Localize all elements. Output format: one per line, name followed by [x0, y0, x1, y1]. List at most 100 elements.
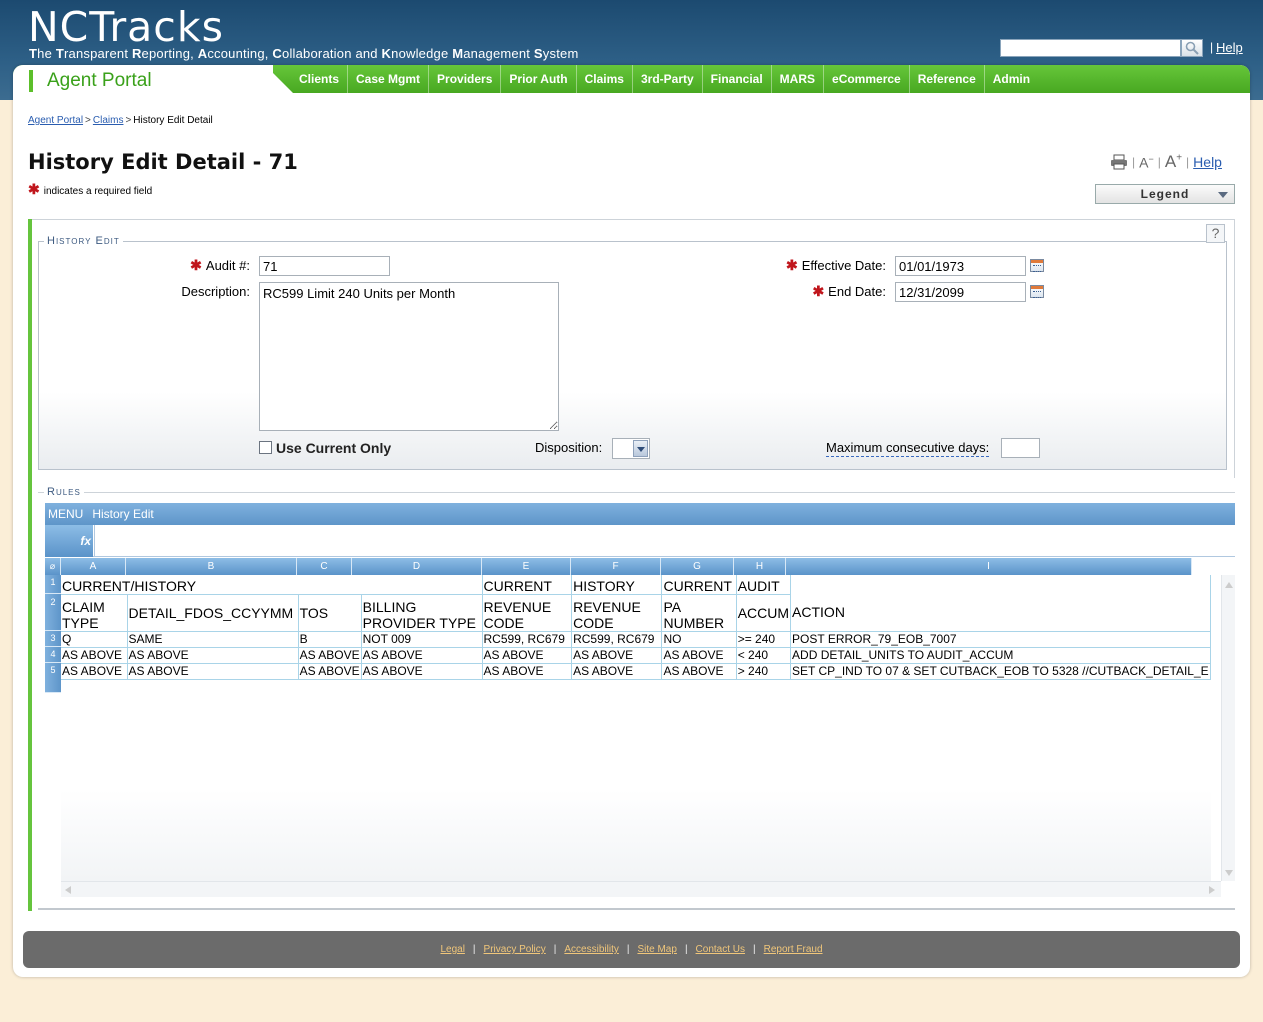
- column-header-b[interactable]: B: [126, 558, 297, 575]
- vertical-scrollbar[interactable]: [1221, 575, 1235, 881]
- table-cell[interactable]: B: [298, 631, 362, 648]
- table-cell[interactable]: [790, 575, 1211, 594]
- nav-item-reference[interactable]: Reference: [910, 65, 985, 93]
- table-cell[interactable]: < 240: [736, 647, 792, 664]
- portal-title[interactable]: Agent Portal: [47, 70, 152, 92]
- table-cell[interactable]: AS ABOVE: [61, 663, 128, 680]
- table-cell[interactable]: AS ABOVE: [361, 647, 483, 664]
- table-cell[interactable]: CLAIM TYPE: [61, 594, 128, 632]
- footer-link-accessibility[interactable]: Accessibility: [564, 944, 618, 955]
- column-header-a[interactable]: A: [61, 558, 126, 575]
- table-cell[interactable]: ACCUM: [736, 594, 792, 632]
- table-cell[interactable]: RC599, RC679: [482, 631, 573, 648]
- table-cell[interactable]: Q: [61, 631, 128, 648]
- breadcrumb-link-agent-portal[interactable]: Agent Portal: [28, 115, 83, 126]
- table-cell[interactable]: AS ABOVE: [482, 663, 573, 680]
- nav-item-prior-auth[interactable]: Prior Auth: [501, 65, 577, 93]
- table-cell[interactable]: AS ABOVE: [482, 647, 573, 664]
- footer-link-privacy-policy[interactable]: Privacy Policy: [484, 944, 546, 955]
- footer-link-report-fraud[interactable]: Report Fraud: [764, 944, 823, 955]
- row-header-5[interactable]: 5: [45, 663, 61, 693]
- formula-input[interactable]: [94, 525, 1235, 557]
- header-help-link[interactable]: Help: [1216, 40, 1243, 55]
- audit-number-field[interactable]: [259, 256, 390, 276]
- nav-item-3rd-party[interactable]: 3rd-Party: [633, 65, 703, 93]
- row-header-2[interactable]: 2: [45, 594, 61, 631]
- table-cell[interactable]: AUDIT: [736, 575, 792, 595]
- table-cell[interactable]: AS ABOVE: [127, 663, 299, 680]
- table-cell[interactable]: AS ABOVE: [661, 663, 737, 680]
- nav-item-claims[interactable]: Claims: [577, 65, 633, 93]
- font-smaller-button[interactable]: A−: [1139, 154, 1154, 171]
- scroll-left-icon[interactable]: [65, 886, 71, 894]
- end-date-calendar-icon[interactable]: [1030, 285, 1044, 298]
- table-cell[interactable]: AS ABOVE: [61, 647, 128, 664]
- nav-item-ecommerce[interactable]: eCommerce: [824, 65, 910, 93]
- column-header-c[interactable]: C: [297, 558, 352, 575]
- section-help-icon[interactable]: ?: [1206, 224, 1225, 243]
- column-header-i[interactable]: I: [786, 558, 1192, 575]
- table-cell[interactable]: TOS: [298, 594, 362, 632]
- table-cell[interactable]: AS ABOVE: [298, 647, 362, 664]
- table-cell[interactable]: AS ABOVE: [661, 647, 737, 664]
- use-current-only-checkbox[interactable]: [259, 441, 272, 454]
- nav-item-admin[interactable]: Admin: [985, 65, 1038, 93]
- row-header-4[interactable]: 4: [45, 647, 61, 663]
- effective-date-calendar-icon[interactable]: [1030, 259, 1044, 272]
- table-cell[interactable]: AS ABOVE: [361, 663, 483, 680]
- breadcrumb-link-claims[interactable]: Claims: [93, 115, 124, 126]
- footer-link-legal[interactable]: Legal: [440, 944, 464, 955]
- font-larger-button[interactable]: A+: [1165, 152, 1182, 172]
- spreadsheet-menu-button[interactable]: MENU: [45, 507, 89, 521]
- table-cell[interactable]: REVENUE CODE: [482, 594, 573, 632]
- search-button[interactable]: [1181, 39, 1203, 57]
- table-cell[interactable]: REVENUE CODE: [571, 594, 663, 632]
- scroll-down-icon[interactable]: [1225, 870, 1233, 876]
- table-cell[interactable]: > 240: [736, 663, 792, 680]
- table-cell[interactable]: SAME: [127, 631, 299, 648]
- table-cell[interactable]: ACTION: [790, 594, 1211, 632]
- table-cell[interactable]: AS ABOVE: [127, 647, 299, 664]
- effective-date-field[interactable]: [895, 256, 1026, 276]
- column-header-f[interactable]: F: [571, 558, 661, 575]
- table-cell[interactable]: HISTORY: [571, 575, 663, 595]
- use-current-only-label[interactable]: Use Current Only: [276, 440, 391, 456]
- column-header-d[interactable]: D: [352, 558, 482, 575]
- table-cell[interactable]: ADD DETAIL_UNITS TO AUDIT_ACCUM: [790, 647, 1211, 664]
- site-logo[interactable]: NCTracks: [28, 4, 224, 50]
- row-header-1[interactable]: 1: [45, 575, 61, 594]
- select-all-corner-icon[interactable]: ⌀: [45, 558, 61, 575]
- horizontal-scrollbar[interactable]: [61, 881, 1221, 897]
- table-cell[interactable]: DETAIL_FDOS_CCYYMM: [127, 594, 299, 632]
- table-cell[interactable]: NOT 009: [361, 631, 483, 648]
- table-cell[interactable]: AS ABOVE: [571, 647, 663, 664]
- table-cell[interactable]: NO: [661, 631, 737, 648]
- column-header-g[interactable]: G: [661, 558, 734, 575]
- table-cell[interactable]: POST ERROR_79_EOB_7007: [790, 631, 1211, 648]
- description-field[interactable]: RC599 Limit 240 Units per Month: [259, 282, 559, 431]
- table-cell[interactable]: BILLING PROVIDER TYPE: [361, 594, 483, 632]
- table-cell[interactable]: CURRENT: [661, 575, 737, 595]
- search-input[interactable]: [1000, 39, 1181, 57]
- table-cell[interactable]: PA NUMBER: [661, 594, 737, 632]
- table-cell[interactable]: CURRENT: [482, 575, 573, 595]
- nav-item-case-mgmt[interactable]: Case Mgmt: [348, 65, 430, 93]
- table-cell[interactable]: CURRENT/HISTORY: [61, 575, 483, 595]
- page-help-link[interactable]: Help: [1193, 154, 1222, 170]
- nav-item-clients[interactable]: Clients: [291, 65, 349, 93]
- row-header-3[interactable]: 3: [45, 631, 61, 647]
- column-header-h[interactable]: H: [734, 558, 786, 575]
- table-cell[interactable]: SET CP_IND TO 07 & SET CUTBACK_EOB TO 53…: [790, 663, 1211, 680]
- table-cell[interactable]: >= 240: [736, 631, 792, 648]
- nav-item-mars[interactable]: MARS: [772, 65, 825, 93]
- footer-link-site-map[interactable]: Site Map: [637, 944, 676, 955]
- table-cell[interactable]: AS ABOVE: [298, 663, 362, 680]
- nav-item-financial[interactable]: Financial: [703, 65, 772, 93]
- nav-item-providers[interactable]: Providers: [429, 65, 502, 93]
- table-cell[interactable]: AS ABOVE: [571, 663, 663, 680]
- legend-dropdown[interactable]: Legend: [1095, 184, 1235, 204]
- column-header-e[interactable]: E: [482, 558, 571, 575]
- max-consecutive-days-field[interactable]: [1001, 438, 1040, 458]
- scroll-up-icon[interactable]: [1225, 582, 1233, 588]
- disposition-select[interactable]: [612, 438, 650, 459]
